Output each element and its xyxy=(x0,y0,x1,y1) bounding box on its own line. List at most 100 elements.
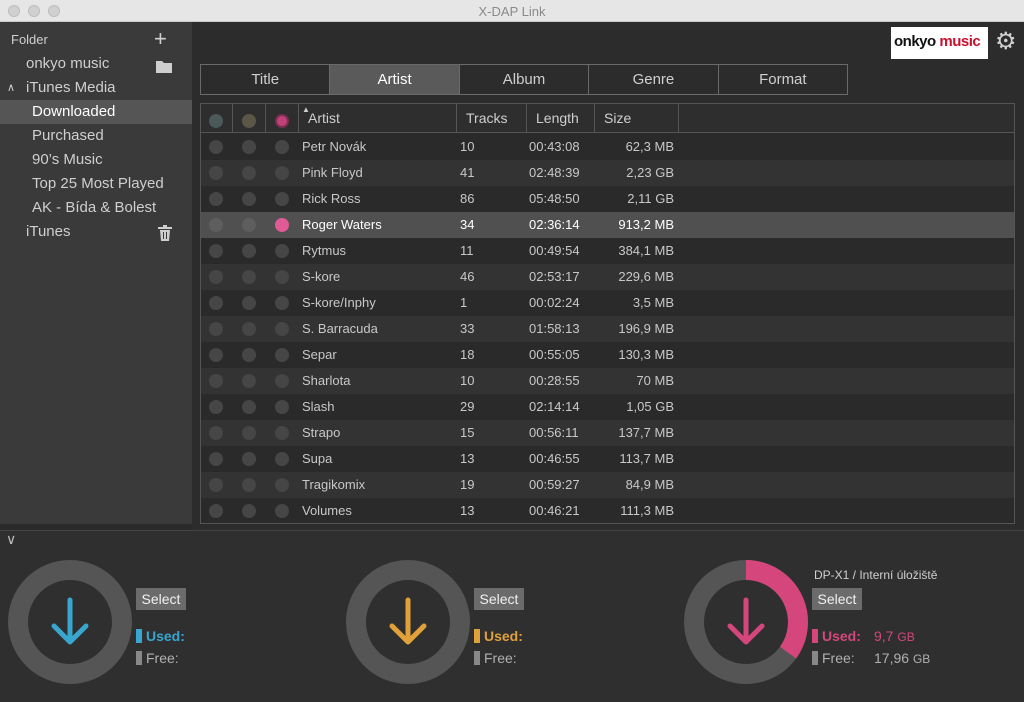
status-dot-icon[interactable] xyxy=(242,478,256,492)
column-header-dot-3[interactable] xyxy=(266,104,299,133)
sidebar-item-90s-music[interactable]: 90’s Music xyxy=(0,148,192,172)
table-row[interactable]: Petr Novák 10 00:43:08 62,3 MB xyxy=(201,134,1014,160)
table-row[interactable]: Sharlota 10 00:28:55 70 MB xyxy=(201,368,1014,394)
table-row[interactable]: Strapo 15 00:56:11 137,7 MB xyxy=(201,420,1014,446)
status-dot-icon[interactable] xyxy=(209,374,223,388)
header-dot-1 xyxy=(209,114,223,128)
status-dot-icon[interactable] xyxy=(242,140,256,154)
column-header-dot-2[interactable] xyxy=(233,104,266,133)
status-dot-icon[interactable] xyxy=(275,322,289,336)
status-dot-icon[interactable] xyxy=(275,218,289,232)
trash-icon[interactable] xyxy=(158,224,172,248)
table-row[interactable]: Rytmus 11 00:49:54 384,1 MB xyxy=(201,238,1014,264)
column-header-label: Artist xyxy=(308,110,340,126)
status-dot-icon[interactable] xyxy=(242,218,256,232)
status-dot-icon[interactable] xyxy=(209,244,223,258)
status-dot-icon[interactable] xyxy=(242,400,256,414)
status-dot-icon[interactable] xyxy=(242,166,256,180)
tab-format[interactable]: Format xyxy=(719,65,847,94)
status-dot-icon[interactable] xyxy=(242,296,256,310)
column-header-artist[interactable]: ▲ Artist xyxy=(299,104,457,133)
onkyo-music-logo[interactable]: onkyo music xyxy=(891,27,988,59)
table-row[interactable]: S-kore/Inphy 1 00:02:24 3,5 MB xyxy=(201,290,1014,316)
status-dot-icon[interactable] xyxy=(209,140,223,154)
table-row[interactable]: Pink Floyd 41 02:48:39 2,23 GB xyxy=(201,160,1014,186)
status-dot-icon[interactable] xyxy=(275,166,289,180)
status-dot-icon[interactable] xyxy=(209,322,223,336)
add-folder-icon[interactable]: + xyxy=(154,26,167,52)
status-dot-icon[interactable] xyxy=(209,270,223,284)
free-label: Free: xyxy=(136,650,179,666)
table-row[interactable]: Separ 18 00:55:05 130,3 MB xyxy=(201,342,1014,368)
table-row[interactable]: S-kore 46 02:53:17 229,6 MB xyxy=(201,264,1014,290)
status-dot-icon[interactable] xyxy=(275,348,289,362)
table-row[interactable]: Rick Ross 86 05:48:50 2,11 GB xyxy=(201,186,1014,212)
status-dot-icon[interactable] xyxy=(242,244,256,258)
sidebar-item-itunes[interactable]: iTunes xyxy=(0,220,192,244)
status-dot-icon[interactable] xyxy=(275,374,289,388)
disclosure-triangle-icon[interactable]: ∧ xyxy=(7,76,15,100)
column-header-length[interactable]: Length xyxy=(527,104,595,133)
tab-title[interactable]: Title xyxy=(201,65,331,94)
chevron-down-icon[interactable]: ∨ xyxy=(6,531,16,548)
status-dot-icon[interactable] xyxy=(242,374,256,388)
column-header-tracks[interactable]: Tracks xyxy=(457,104,527,133)
status-dot-icon[interactable] xyxy=(209,400,223,414)
gear-icon[interactable]: ⚙ xyxy=(995,29,1017,55)
status-dot-icon[interactable] xyxy=(275,296,289,310)
storage-ring[interactable] xyxy=(346,560,470,684)
tab-album[interactable]: Album xyxy=(460,65,590,94)
status-dot-icon[interactable] xyxy=(275,400,289,414)
free-legend-swatch xyxy=(812,651,818,665)
table-row[interactable]: Roger Waters 34 02:36:14 913,2 MB xyxy=(201,212,1014,238)
storage-ring[interactable] xyxy=(684,560,808,684)
column-header-size[interactable]: Size xyxy=(595,104,679,133)
tab-genre[interactable]: Genre xyxy=(589,65,719,94)
length-cell: 01:58:13 xyxy=(529,321,580,336)
status-dot-icon[interactable] xyxy=(275,192,289,206)
status-dot-icon[interactable] xyxy=(209,218,223,232)
status-dot-icon[interactable] xyxy=(209,426,223,440)
sidebar-item-purchased[interactable]: Purchased xyxy=(0,124,192,148)
sidebar-item-label: 90’s Music xyxy=(32,151,103,168)
status-dot-icon[interactable] xyxy=(275,478,289,492)
status-dot-icon[interactable] xyxy=(209,296,223,310)
status-dot-icon[interactable] xyxy=(209,504,223,518)
column-header-dot-1[interactable] xyxy=(201,104,233,133)
storage-ring[interactable] xyxy=(8,560,132,684)
status-dot-icon[interactable] xyxy=(275,452,289,466)
select-device-button[interactable]: Select xyxy=(136,588,186,610)
status-dot-icon[interactable] xyxy=(242,322,256,336)
select-device-button[interactable]: Select xyxy=(812,588,862,610)
status-dot-icon[interactable] xyxy=(242,452,256,466)
status-dot-icon[interactable] xyxy=(209,166,223,180)
status-dot-icon[interactable] xyxy=(209,348,223,362)
status-dot-icon[interactable] xyxy=(209,452,223,466)
sidebar-item-top-25[interactable]: Top 25 Most Played xyxy=(0,172,192,196)
status-dot-icon[interactable] xyxy=(242,348,256,362)
status-dot-icon[interactable] xyxy=(275,426,289,440)
sidebar-item-ak-bida-bolest[interactable]: AK - Bída & Bolest xyxy=(0,196,192,220)
status-dot-icon[interactable] xyxy=(242,504,256,518)
table-row[interactable]: Volumes 13 00:46:21 111,3 MB xyxy=(201,498,1014,523)
status-dot-icon[interactable] xyxy=(209,478,223,492)
table-row[interactable]: S. Barracuda 33 01:58:13 196,9 MB xyxy=(201,316,1014,342)
sidebar-item-onkyo-music[interactable]: onkyo music xyxy=(0,52,192,76)
status-dot-icon[interactable] xyxy=(275,504,289,518)
table-row[interactable]: Tragikomix 19 00:59:27 84,9 MB xyxy=(201,472,1014,498)
tracks-cell: 10 xyxy=(460,139,475,154)
table-row[interactable]: Slash 29 02:14:14 1,05 GB xyxy=(201,394,1014,420)
status-dot-icon[interactable] xyxy=(209,192,223,206)
length-cell: 00:46:21 xyxy=(529,503,580,518)
sidebar-item-itunes-media[interactable]: ∧ iTunes Media xyxy=(0,76,192,100)
status-dot-icon[interactable] xyxy=(275,140,289,154)
sidebar-item-downloaded[interactable]: Downloaded xyxy=(0,100,192,124)
status-dot-icon[interactable] xyxy=(242,192,256,206)
select-device-button[interactable]: Select xyxy=(474,588,524,610)
tab-artist[interactable]: Artist xyxy=(330,65,460,94)
status-dot-icon[interactable] xyxy=(275,244,289,258)
status-dot-icon[interactable] xyxy=(275,270,289,284)
status-dot-icon[interactable] xyxy=(242,426,256,440)
table-row[interactable]: Supa 13 00:46:55 113,7 MB xyxy=(201,446,1014,472)
status-dot-icon[interactable] xyxy=(242,270,256,284)
